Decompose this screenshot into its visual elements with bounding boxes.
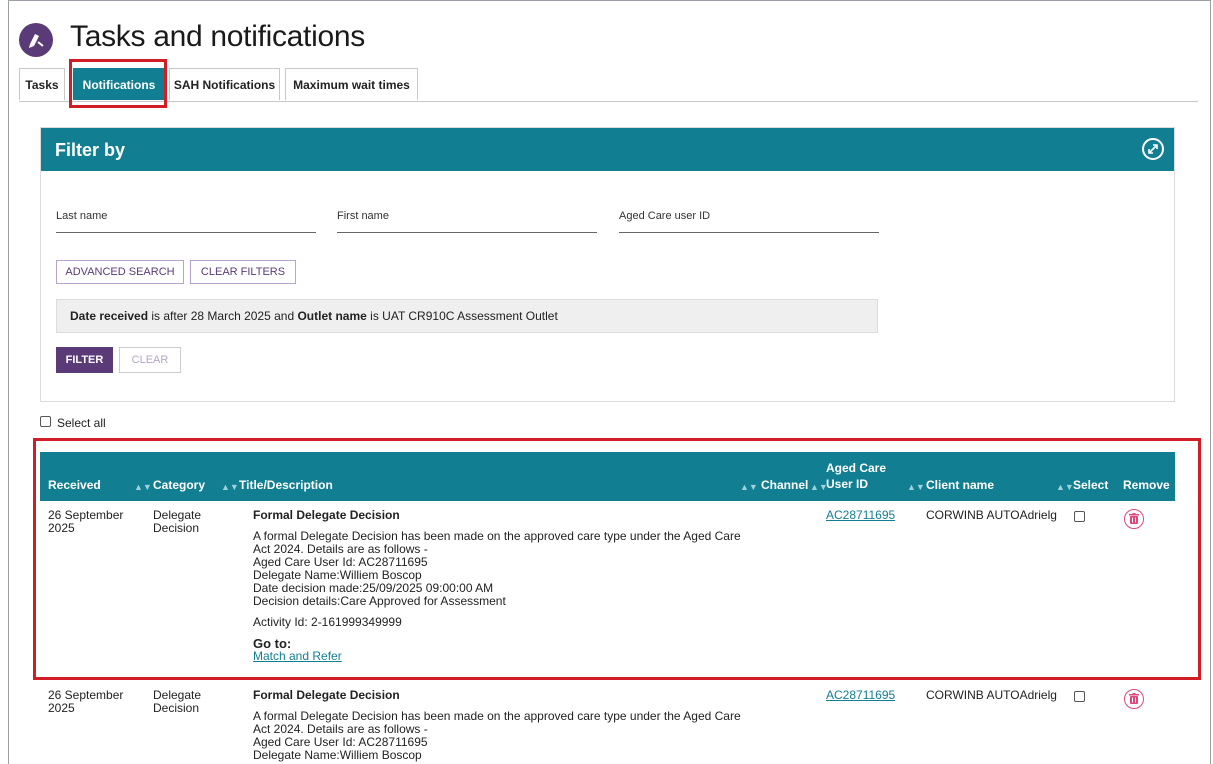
tab-maximum-wait-times[interactable]: Maximum wait times [285, 68, 418, 100]
last-name-field[interactable]: Last name [56, 210, 316, 233]
user-id-field[interactable]: Aged Care user ID [619, 210, 879, 233]
row-select-checkbox[interactable] [1074, 691, 1085, 703]
description-cell: Formal Delegate Decision A formal Delega… [253, 689, 773, 762]
select-all: Select all [40, 416, 106, 430]
first-name-field[interactable]: First name [337, 210, 597, 233]
summary-text-2: is UAT CR910C Assessment Outlet [366, 309, 558, 323]
filter-summary: Date received is after 28 March 2025 and… [56, 299, 878, 333]
table-row: 26 September 2025 Delegate Decision Form… [40, 689, 1175, 764]
summary-outlet-label: Outlet name [297, 309, 367, 323]
received-year: 2025 [48, 701, 75, 715]
user-id-label: Aged Care user ID [619, 210, 711, 222]
first-name-label: First name [337, 210, 389, 222]
advanced-search-button[interactable]: ADVANCED SEARCH [56, 260, 184, 284]
select-all-checkbox[interactable] [40, 416, 51, 428]
filter-button[interactable]: FILTER [56, 347, 113, 373]
user-id-link[interactable]: AC28711695 [826, 688, 895, 702]
category-line2: Decision [153, 701, 200, 715]
filter-panel: Filter by Last name First name Aged Care… [40, 127, 1175, 402]
tab-highlight-box [69, 59, 167, 108]
page-title: Tasks and notifications [70, 20, 365, 53]
summary-date-label: Date received [70, 309, 149, 323]
clear-button[interactable]: CLEAR [119, 347, 181, 373]
filter-title: Filter by [55, 140, 126, 160]
select-all-label: Select all [57, 416, 106, 430]
category-cell: Delegate Decision [153, 689, 201, 715]
tab-tasks[interactable]: Tasks [19, 68, 65, 100]
row-highlight-box [33, 438, 1201, 680]
filter-header: Filter by [41, 128, 1174, 171]
summary-text-1: is after 28 March 2025 and [148, 309, 298, 323]
tabs-divider [19, 101, 1198, 102]
client-name-cell: CORWINB AUTOAdrielg [926, 688, 1057, 702]
last-name-label: Last name [56, 210, 108, 222]
notification-title: Formal Delegate Decision [253, 688, 400, 702]
user-id-cell: AC28711695 [826, 689, 895, 702]
received-cell: 26 September 2025 [48, 689, 123, 715]
desc-line: Delegate Name:Williem Boscop [253, 748, 422, 762]
tab-sah-notifications[interactable]: SAH Notifications [169, 68, 280, 100]
trash-icon[interactable] [1124, 689, 1144, 709]
collapse-arrows-icon[interactable] [1142, 138, 1164, 160]
clear-filters-button[interactable]: CLEAR FILTERS [190, 260, 296, 284]
select-cell [1074, 690, 1085, 703]
tasks-icon [19, 23, 53, 57]
